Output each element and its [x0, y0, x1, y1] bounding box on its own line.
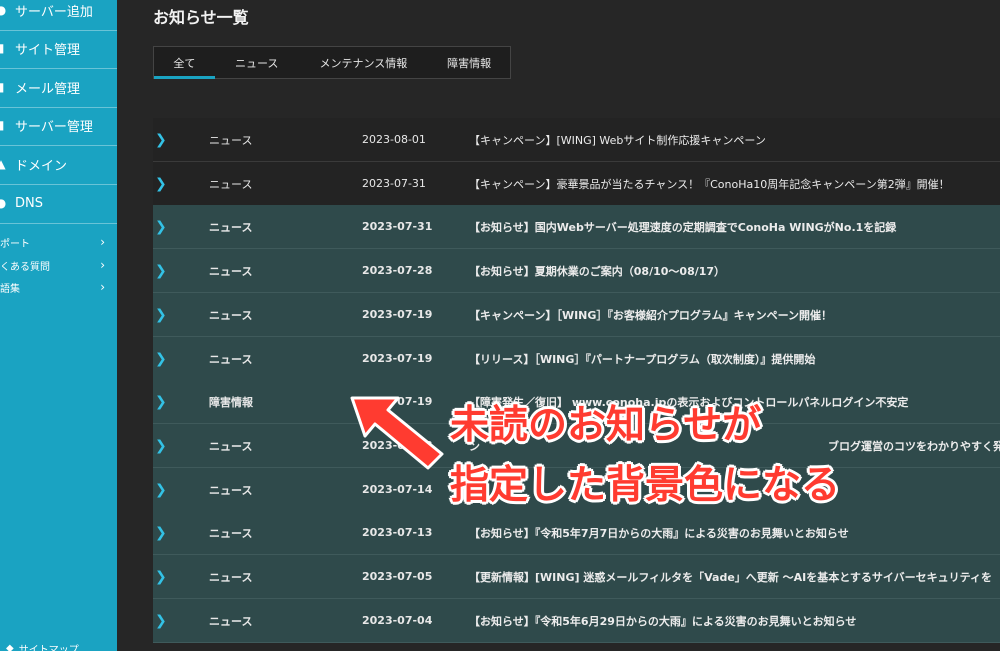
tab-maintenance[interactable]: メンテナンス情報 — [299, 47, 429, 78]
news-category: ニュース — [209, 352, 253, 366]
domain-icon: ▲ — [0, 157, 6, 171]
chevron-right-icon: ❯ — [155, 218, 167, 235]
news-category: 障害情報 — [209, 395, 253, 409]
page-title: お知らせ一覧 — [153, 8, 249, 27]
annotation-line-1: 未読のお知らせが — [450, 403, 762, 448]
news-row[interactable]: ❯ ニュース 2023-07-19 【リリース】［WING］『パートナープログラム（取… — [153, 337, 1000, 381]
sidebar-link-faq[interactable]: くある質問 › — [0, 255, 117, 275]
news-category: ニュース — [209, 439, 253, 453]
news-row[interactable]: ❯ ニュース 2023-07-05 【更新情報】[WING] 迷惑メールフィルタを「V… — [153, 555, 1000, 599]
news-date: 2023-07-19 — [362, 395, 433, 408]
news-title[interactable]: 【キャンペーン】[WING] Webサイト制作応援キャンペーン — [469, 132, 766, 148]
annotation: 未読のお知らせが 指定した背景色になる — [450, 400, 910, 520]
news-row[interactable]: ❯ ニュース 2023-07-04 【お知らせ】『令和5年6月29日からの大雨』による… — [153, 599, 1000, 643]
news-row[interactable]: ❯ ニュース 2023-07-28 【お知らせ】夏期休業のご案内（08/10～08/1… — [153, 249, 1000, 293]
news-category: ニュース — [209, 570, 253, 584]
news-title[interactable]: 【更新情報】[WING] 迷惑メールフィルタを「Vade」へ更新 ～AIを基本と… — [469, 569, 992, 585]
chevron-right-icon: ❯ — [155, 612, 167, 629]
sitemap-icon: ◆ — [6, 642, 14, 651]
news-date: 2023-07-13 — [362, 526, 433, 539]
chevron-right-icon: ❯ — [155, 393, 167, 410]
sidebar-sitemap-label: サイトマップ — [18, 644, 79, 651]
news-category: ニュース — [209, 614, 253, 628]
mail-icon: ▮ — [0, 80, 5, 94]
news-title[interactable]: 【リリース】［WING］『パートナープログラム（取次制度）』提供開始 — [469, 351, 815, 367]
news-row[interactable]: ❯ ニュース 2023-07-19 【キャンペーン】［WING］『お客様紹介プログラム… — [153, 293, 1000, 337]
server-add-icon: ● — [0, 3, 7, 17]
news-title[interactable]: 【キャンペーン】［WING］『お客様紹介プログラム』キャンペーン開催！ — [469, 307, 832, 323]
site-icon: ▮ — [0, 41, 5, 55]
news-row[interactable]: ❯ ニュース 2023-07-31 【キャンペーン】豪華景品が当たるチャンス！『Con… — [153, 162, 1000, 206]
tab-all[interactable]: 全て — [154, 47, 215, 79]
news-category: ニュース — [209, 308, 253, 322]
tab-label: 障害情報 — [447, 56, 492, 70]
news-date: 2023-07-31 — [362, 220, 433, 233]
annotation-line-2: 指定した背景色になる — [450, 463, 841, 508]
news-date: 2023-07-05 — [362, 570, 433, 583]
news-title[interactable]: 【お知らせ】『令和5年7月7日からの大雨』による災害のお見舞いとお知らせ — [469, 525, 849, 541]
sidebar: ● サーバー追加 ▮ サイト管理 ▮ メール管理 ▮ サーバー管理 ▲ ドメイン… — [0, 0, 117, 651]
news-date: 2023-08-01 — [362, 133, 426, 146]
news-category: ニュース — [209, 483, 253, 497]
news-title[interactable]: 【お知らせ】国内Webサーバー処理速度の定期調査でConoHa WINGがNo.… — [469, 219, 896, 235]
sidebar-divider — [0, 223, 117, 224]
sidebar-item-domain[interactable]: ▲ ドメイン — [0, 145, 117, 183]
news-date: 2023-07-31 — [362, 177, 426, 190]
news-category: ニュース — [209, 177, 253, 191]
sidebar-item-label: DNS — [15, 195, 43, 211]
news-row[interactable]: ❯ ニュース 2023-08-01 【キャンペーン】[WING] Webサイト制作応援… — [153, 118, 1000, 162]
news-date: 2023-07-28 — [362, 264, 433, 277]
chevron-right-icon: › — [100, 280, 105, 294]
news-tabs: 全て ニュース メンテナンス情報 障害情報 — [153, 46, 511, 79]
news-title[interactable]: 【お知らせ】『令和5年6月29日からの大雨』による災害のお見舞いとお知らせ — [469, 613, 856, 629]
news-date: 2023-07-14 — [362, 483, 433, 496]
chevron-right-icon: ❯ — [155, 175, 167, 192]
tab-incident[interactable]: 障害情報 — [428, 47, 510, 78]
tab-label: 全て — [173, 56, 196, 70]
sidebar-sitemap[interactable]: ◆ サイトマップ — [0, 638, 117, 651]
chevron-right-icon: › — [100, 235, 105, 249]
news-category: ニュース — [209, 526, 253, 540]
news-title[interactable]: 【キャンペーン】豪華景品が当たるチャンス！『ConoHa10周年記念キャンペーン… — [469, 176, 950, 192]
news-date: 2023-07-19 — [362, 352, 433, 365]
news-date: 2023-07-18 — [362, 439, 433, 452]
sidebar-link-support[interactable]: ポート › — [0, 232, 117, 252]
news-category: ニュース — [209, 220, 253, 234]
sidebar-item-site[interactable]: ▮ サイト管理 — [0, 29, 117, 67]
sidebar-item-label: ドメイン — [15, 158, 68, 174]
sidebar-item-label: サイト管理 — [15, 42, 81, 58]
chevron-right-icon: ❯ — [155, 524, 167, 541]
sidebar-link-label: くある質問 — [0, 261, 50, 273]
server-icon: ▮ — [0, 118, 5, 132]
chevron-right-icon: ❯ — [155, 262, 167, 279]
sidebar-item-dns[interactable]: ● DNS — [0, 184, 117, 222]
chevron-right-icon: ❯ — [155, 306, 167, 323]
news-date: 2023-07-04 — [362, 614, 433, 627]
tab-news[interactable]: ニュース — [215, 47, 299, 78]
sidebar-item-server[interactable]: ▮ サーバー管理 — [0, 106, 117, 144]
chevron-right-icon: › — [100, 258, 105, 272]
sidebar-item-label: サーバー追加 — [15, 4, 93, 20]
tab-label: ニュース — [234, 56, 279, 70]
sidebar-link-label: ポート — [0, 238, 30, 250]
sidebar-item-mail[interactable]: ▮ メール管理 — [0, 68, 117, 106]
news-row[interactable]: ❯ ニュース 2023-07-31 【お知らせ】国内Webサーバー処理速度の定期調査で… — [153, 205, 1000, 249]
chevron-right-icon: ❯ — [155, 568, 167, 585]
sidebar-link-glossary[interactable]: 語集 › — [0, 277, 117, 297]
chevron-right-icon: ❯ — [155, 437, 167, 454]
chevron-right-icon: ❯ — [155, 350, 167, 367]
sidebar-item-server-add[interactable]: ● サーバー追加 — [0, 0, 117, 29]
chevron-right-icon: ❯ — [155, 481, 167, 498]
news-date: 2023-07-19 — [362, 308, 433, 321]
sidebar-item-label: メール管理 — [15, 81, 81, 97]
sidebar-item-label: サーバー管理 — [15, 119, 93, 135]
tab-label: メンテナンス情報 — [319, 56, 408, 70]
news-category: ニュース — [209, 133, 253, 147]
news-title[interactable]: 【お知らせ】夏期休業のご案内（08/10～08/17） — [469, 263, 725, 279]
dns-icon: ● — [0, 196, 7, 210]
sidebar-link-label: 語集 — [0, 283, 20, 295]
news-category: ニュース — [209, 264, 253, 278]
chevron-right-icon: ❯ — [155, 131, 167, 148]
